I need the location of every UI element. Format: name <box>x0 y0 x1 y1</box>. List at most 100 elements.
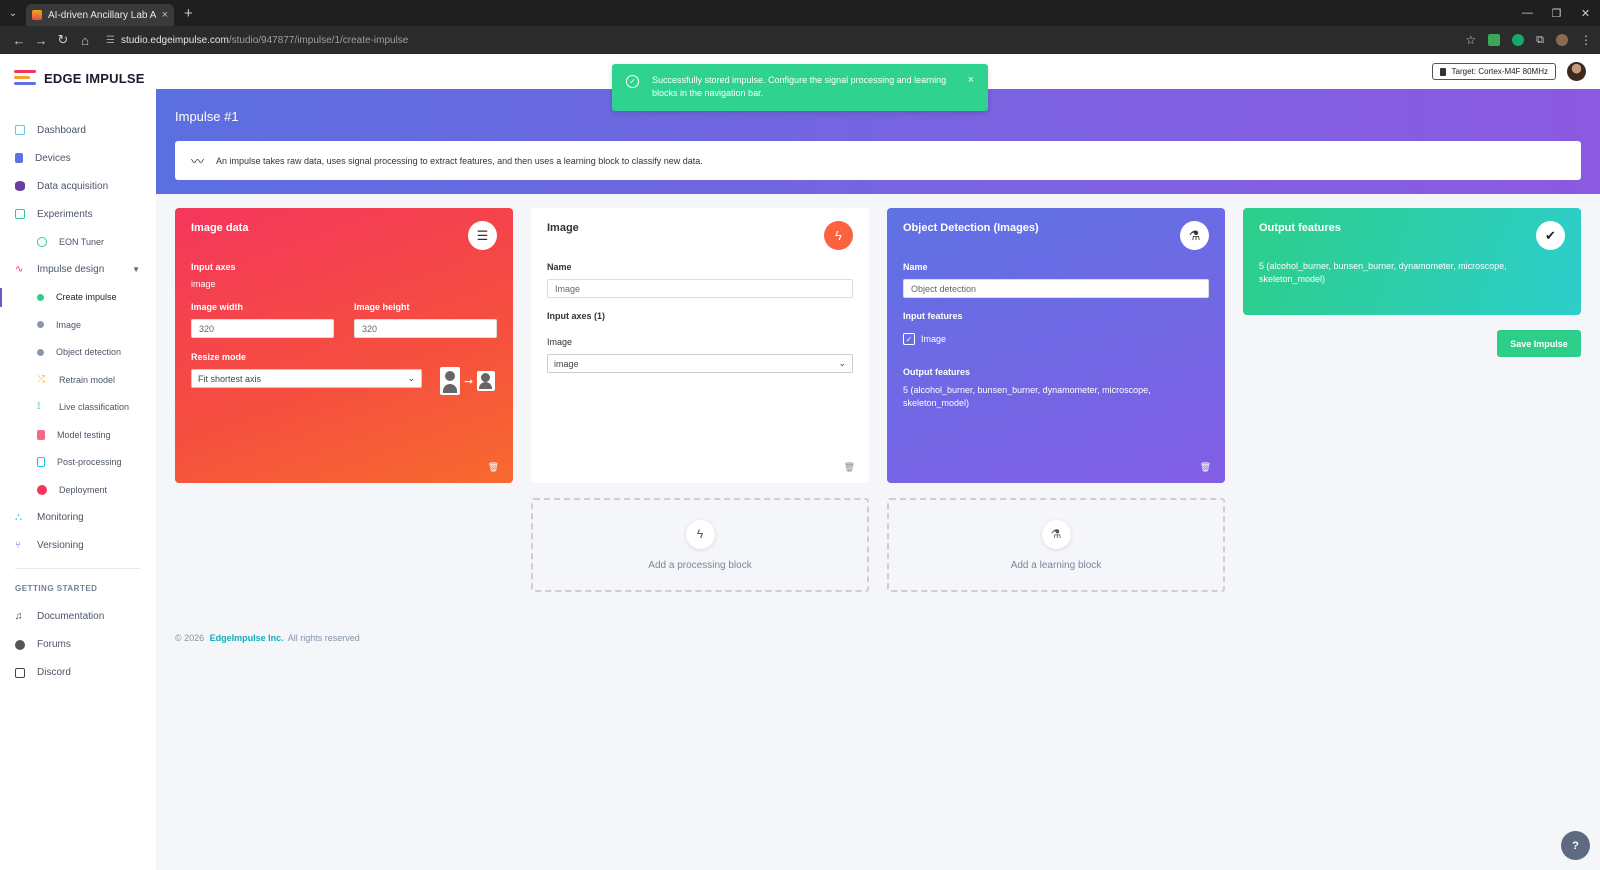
save-impulse-button[interactable]: Save Impulse <box>1497 330 1581 357</box>
trash-icon[interactable]: 🗑 <box>488 462 499 473</box>
tab-title: AI-driven Ancillary Lab Assistant <box>48 9 156 21</box>
profile-avatar-icon[interactable] <box>1556 34 1568 46</box>
lightning-icon: ϟ <box>824 221 853 250</box>
add-processing-block-button[interactable]: ϟ Add a processing block <box>531 498 869 592</box>
resize-mode-select[interactable]: Fit shortest axis ⌄ <box>191 369 422 388</box>
sidebar-item-retrain-model[interactable]: ⤮ Retrain model <box>0 366 156 394</box>
input-axes-label: Input axes (1) <box>547 311 606 321</box>
sidebar-item-create-impulse[interactable]: Create impulse <box>0 284 156 312</box>
sidebar-item-devices[interactable]: Devices <box>0 144 156 172</box>
add-learning-block-button[interactable]: ⚗ Add a learning block <box>887 498 1225 592</box>
trash-icon[interactable]: 🗑 <box>1200 462 1211 473</box>
sidebar-item-impulse-design[interactable]: ∿ Impulse design ▼ <box>0 256 156 284</box>
sidebar-item-live-classification[interactable]: ⟟ Live classification <box>0 394 156 422</box>
browser-address-bar: ← → ↻ ⌂ ☰ studio.edgeimpulse.com/studio/… <box>0 26 1600 54</box>
image-axis-select[interactable]: image ⌄ <box>547 354 853 373</box>
forward-icon[interactable]: → <box>30 33 52 48</box>
tab-close-icon[interactable]: × <box>162 9 168 21</box>
sidebar-item-monitoring[interactable]: ⛬ Monitoring <box>0 504 156 532</box>
sidebar-item-label: Live classification <box>59 402 130 413</box>
image-data-card: Image data ☰ Input axes image Image widt… <box>175 208 513 483</box>
image-width-label: Image width <box>191 302 244 312</box>
sidebar-item-model-testing[interactable]: Model testing <box>0 421 156 449</box>
person-icon <box>440 367 460 395</box>
output-features-value: 5 (alcohol_burner, bunsen_burner, dynamo… <box>903 385 1151 408</box>
output-features-value: 5 (alcohol_burner, bunsen_burner, dynamo… <box>1259 261 1507 284</box>
sidebar-item-data-acquisition[interactable]: Data acquisition <box>0 172 156 200</box>
sidebar-item-dashboard[interactable]: Dashboard <box>0 116 156 144</box>
extensions-puzzle-icon[interactable]: ⧉ <box>1536 34 1544 47</box>
resize-mode-value: Fit shortest axis <box>198 373 262 384</box>
chevron-down-icon: ⌄ <box>407 373 415 383</box>
lightning-icon: ϟ <box>685 519 715 549</box>
sidebar-item-experiments[interactable]: Experiments <box>0 200 156 228</box>
url-path: /studio/947877/impulse/1/create-impulse <box>228 34 409 46</box>
add-processing-label: Add a processing block <box>648 559 752 571</box>
input-axes-value: image <box>191 279 216 289</box>
user-avatar[interactable] <box>1567 62 1586 81</box>
reload-icon[interactable]: ↻ <box>52 32 74 48</box>
learning-name-input[interactable]: Object detection <box>903 279 1209 298</box>
image-width-input[interactable]: 320 <box>191 319 334 338</box>
sidebar-item-deployment[interactable]: Deployment <box>0 476 156 504</box>
footer: © 2026 EdgeImpulse Inc. All rights reser… <box>175 633 360 643</box>
browser-tab[interactable]: AI-driven Ancillary Lab Assistant × <box>26 4 174 26</box>
card-title: Image <box>547 222 579 234</box>
sidebar-item-forums[interactable]: Forums <box>0 631 156 659</box>
tab-list-chevron-icon[interactable]: ⌄ <box>0 0 26 26</box>
home-icon[interactable]: ⌂ <box>74 33 96 48</box>
shield-extension-icon[interactable] <box>1488 34 1501 46</box>
arrow-right-icon: ➞ <box>464 375 474 388</box>
window-close-icon[interactable]: ✕ <box>1571 7 1600 20</box>
chip-icon <box>1439 67 1446 76</box>
image-height-input[interactable]: 320 <box>354 319 497 338</box>
checkbox-checked-icon: ✓ <box>903 333 915 345</box>
new-tab-icon[interactable]: + <box>184 5 193 22</box>
table-grid-icon <box>15 209 25 219</box>
status-dot-icon <box>37 293 44 301</box>
help-button[interactable]: ? <box>1561 831 1590 860</box>
back-icon[interactable]: ← <box>8 33 30 48</box>
edge-impulse-logo[interactable]: EDGE IMPULSE <box>14 70 145 86</box>
copyright: © 2026 <box>175 633 205 643</box>
processing-name-input[interactable]: Image <box>547 279 853 298</box>
sidebar-item-object-detection[interactable]: Object detection <box>0 339 156 367</box>
favicon-icon <box>32 10 42 20</box>
pulse-icon: 〰 <box>191 154 205 169</box>
monitoring-icon: ⛬ <box>15 511 22 523</box>
trash-icon[interactable]: 🗑 <box>844 462 855 473</box>
browser-extensions: ☆ ⧉ ⋮ <box>1465 33 1592 47</box>
sidebar-item-documentation[interactable]: ♫ Documentation <box>0 603 156 631</box>
sidebar-item-versioning[interactable]: ⑂ Versioning <box>0 532 156 560</box>
sidebar-item-label: Monitoring <box>37 512 84 523</box>
document-icon <box>37 457 45 468</box>
target-label: Target: Cortex-M4F 80MHz <box>1451 67 1548 76</box>
page-title: Impulse #1 <box>175 109 239 124</box>
database-icon: ☰ <box>468 221 497 250</box>
grammarly-extension-icon[interactable] <box>1512 34 1525 46</box>
processing-block-card: Image ϟ Name Image Input axes (1) Image … <box>531 208 869 483</box>
getting-started-heading: GETTING STARTED <box>15 584 98 593</box>
toast-message: Successfully stored impulse. Configure t… <box>652 75 947 98</box>
sidebar-item-eon-tuner[interactable]: EON Tuner <box>0 228 156 256</box>
sidebar-item-label: Dashboard <box>37 124 86 136</box>
toast-close-icon[interactable]: × <box>968 74 974 87</box>
bookmark-star-icon[interactable]: ☆ <box>1465 33 1476 47</box>
sidebar-item-label: Retrain model <box>59 374 116 385</box>
rights-text: All rights reserved <box>287 633 360 643</box>
target-device-button[interactable]: Target: Cortex-M4F 80MHz <box>1431 63 1556 80</box>
site-info-icon[interactable]: ☰ <box>106 35 115 46</box>
database-icon <box>15 181 25 191</box>
sidebar-item-image[interactable]: Image <box>0 311 156 339</box>
minimize-icon[interactable]: — <box>1513 7 1542 20</box>
info-text: An impulse takes raw data, uses signal p… <box>216 155 703 166</box>
restore-icon[interactable]: ❐ <box>1542 7 1571 20</box>
add-learning-label: Add a learning block <box>1010 559 1102 571</box>
url-field[interactable]: ☰ studio.edgeimpulse.com/studio/947877/i… <box>106 30 1446 50</box>
image-feature-checkbox[interactable]: ✓ Image <box>903 333 1209 345</box>
company-link[interactable]: EdgeImpulse Inc. <box>210 633 284 643</box>
sidebar-item-post-processing[interactable]: Post-processing <box>0 449 156 477</box>
status-dot-icon <box>37 348 44 356</box>
sidebar-item-discord[interactable]: Discord <box>0 659 156 687</box>
browser-menu-icon[interactable]: ⋮ <box>1580 33 1592 47</box>
